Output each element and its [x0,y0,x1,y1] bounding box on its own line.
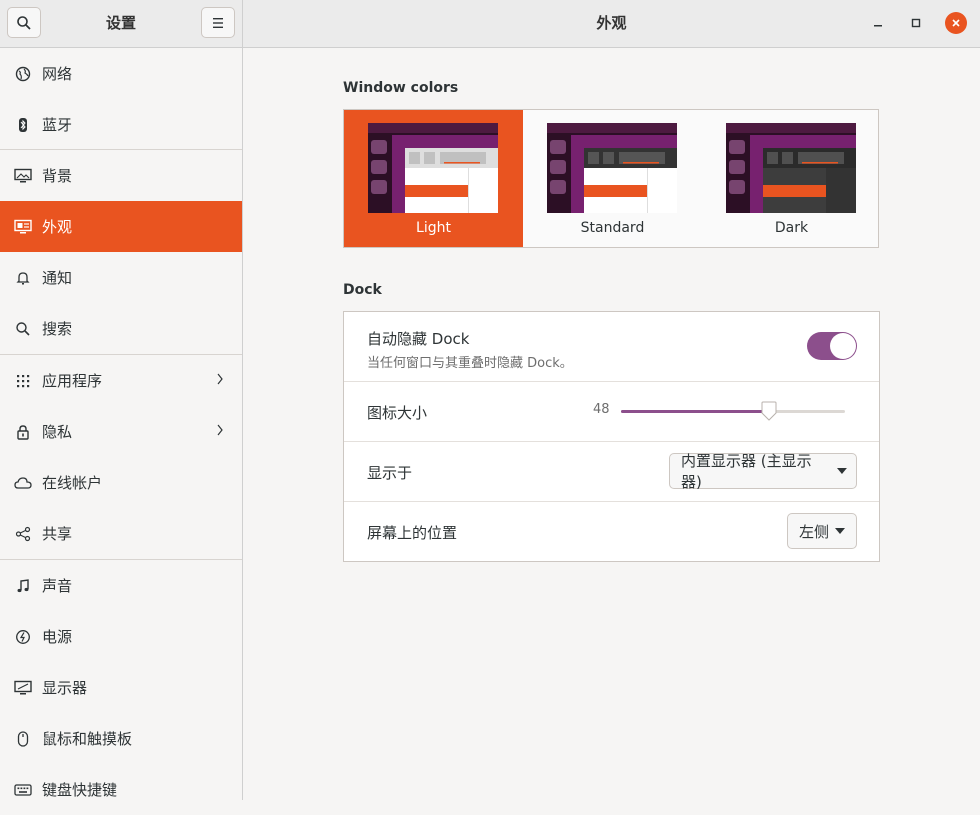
minimize-button[interactable] [867,12,889,34]
sidebar-item-label: 显示器 [42,679,88,697]
sidebar-item-power[interactable]: 电源 [0,611,242,662]
chevron-right-icon [216,371,224,390]
main-header: 外观 [243,0,980,48]
theme-label: Standard [580,220,645,236]
autohide-dock-label: 自动隐藏 Dock [367,330,470,348]
minimize-icon [874,25,882,27]
theme-option-light[interactable]: Light [344,110,523,247]
dropdown-caret-icon [835,528,846,534]
toggle-knob [830,333,856,359]
monitor-background-icon [14,167,32,185]
sidebar-item-label: 网络 [42,65,73,83]
sidebar-item-label: 共享 [42,525,73,543]
hamburger-menu-icon [213,17,223,28]
sidebar-item-label: 在线帐户 [42,474,103,492]
dock-settings-list: 自动隐藏 Dock 当任何窗口与其重叠时隐藏 Dock。 图标大小 48 显示于… [343,311,880,562]
settings-window: 设置 外观 网络 蓝牙 背景 外观 通知 搜索 应用程序 隐私 在线帐户 共享 … [0,0,980,800]
sidebar-item-label: 背景 [42,167,73,185]
globe-icon [14,65,32,83]
show-on-row: 显示于 内置显示器 (主显示器) [344,442,879,501]
menu-button[interactable] [201,7,235,38]
sidebar-item-label: 应用程序 [42,372,103,390]
display-icon [14,679,32,697]
close-icon [952,19,960,27]
cloud-icon [14,474,32,492]
sidebar-item-online-accounts[interactable]: 在线帐户 [0,457,242,508]
sidebar-item-label: 搜索 [42,320,73,338]
keyboard-icon [14,781,32,799]
sidebar-item-label: 蓝牙 [42,116,73,134]
sidebar-item-privacy[interactable]: 隐私 [0,406,242,457]
icon-size-label: 图标大小 [367,404,428,422]
position-row: 屏幕上的位置 左侧 [344,502,879,561]
dropdown-caret-icon [837,468,847,474]
sidebar-item-mouse-touchpad[interactable]: 鼠标和触摸板 [0,713,242,764]
sidebar-item-search[interactable]: 搜索 [0,303,242,354]
sidebar-item-notifications[interactable]: 通知 [0,252,242,303]
theme-option-dark[interactable]: Dark [702,110,881,247]
autohide-dock-row: 自动隐藏 Dock 当任何窗口与其重叠时隐藏 Dock。 [344,312,879,381]
sidebar-item-label: 电源 [42,628,73,646]
dark-theme-preview [726,123,856,213]
close-button[interactable] [945,12,967,34]
search-icon [14,320,32,338]
theme-option-standard[interactable]: Standard [523,110,702,247]
sidebar-item-label: 外观 [42,218,73,236]
mouse-icon [14,730,32,748]
show-on-value: 内置显示器 (主显示器) [681,452,812,491]
slider-fill [621,410,769,413]
autohide-dock-description: 当任何窗口与其重叠时隐藏 Dock。 [367,356,573,371]
show-on-dropdown[interactable]: 内置显示器 (主显示器) [669,452,857,491]
sidebar-item-bluetooth[interactable]: 蓝牙 [0,99,242,150]
sidebar-item-background[interactable]: 背景 [0,150,242,201]
position-dropdown[interactable]: 左侧 [787,513,857,549]
autohide-dock-toggle[interactable] [807,332,857,360]
theme-label: Light [416,220,451,236]
appearance-panel: Window colors Light Standard Dark Dock 自… [243,48,980,800]
music-note-icon [14,577,32,595]
maximize-icon [911,18,921,28]
position-label: 屏幕上的位置 [367,524,458,542]
icon-size-slider[interactable] [621,401,845,421]
dock-heading: Dock [343,282,382,298]
window-colors-heading: Window colors [343,80,459,96]
sidebar: 网络 蓝牙 背景 外观 通知 搜索 应用程序 隐私 在线帐户 共享 声音 电源 … [0,48,242,800]
sidebar-item-label: 鼠标和触摸板 [42,730,133,748]
theme-label: Dark [774,220,809,236]
share-icon [14,525,32,543]
icon-size-value: 48 [593,402,610,417]
chevron-right-icon [216,422,224,441]
maximize-button[interactable] [905,12,927,34]
apps-grid-icon [14,372,32,390]
sidebar-item-applications[interactable]: 应用程序 [0,355,242,406]
standard-theme-preview [547,123,677,213]
search-button[interactable] [7,7,41,38]
sidebar-item-network[interactable]: 网络 [0,48,242,99]
bell-icon [14,269,32,287]
window-colors-chooser: Light Standard Dark [343,109,879,248]
sidebar-item-keyboard-shortcuts[interactable]: 键盘快捷键 [0,764,242,815]
power-icon [14,628,32,646]
sidebar-item-displays[interactable]: 显示器 [0,662,242,713]
sidebar-header: 设置 [0,0,242,48]
sidebar-item-label: 通知 [42,269,73,287]
show-on-label: 显示于 [367,464,413,482]
sidebar-item-label: 隐私 [42,423,73,441]
lock-icon [14,423,32,441]
position-value: 左侧 [799,522,830,541]
sidebar-item-label: 声音 [42,577,73,595]
icon-size-row: 图标大小 48 [344,382,879,441]
light-theme-preview [368,123,498,213]
sidebar-item-appearance[interactable]: 外观 [0,201,242,252]
sidebar-item-sound[interactable]: 声音 [0,560,242,611]
sidebar-item-sharing[interactable]: 共享 [0,508,242,559]
search-icon [17,15,31,30]
slider-handle[interactable] [759,401,779,421]
sidebar-item-label: 键盘快捷键 [42,781,118,799]
bluetooth-icon [14,116,32,134]
appearance-icon [14,218,32,236]
